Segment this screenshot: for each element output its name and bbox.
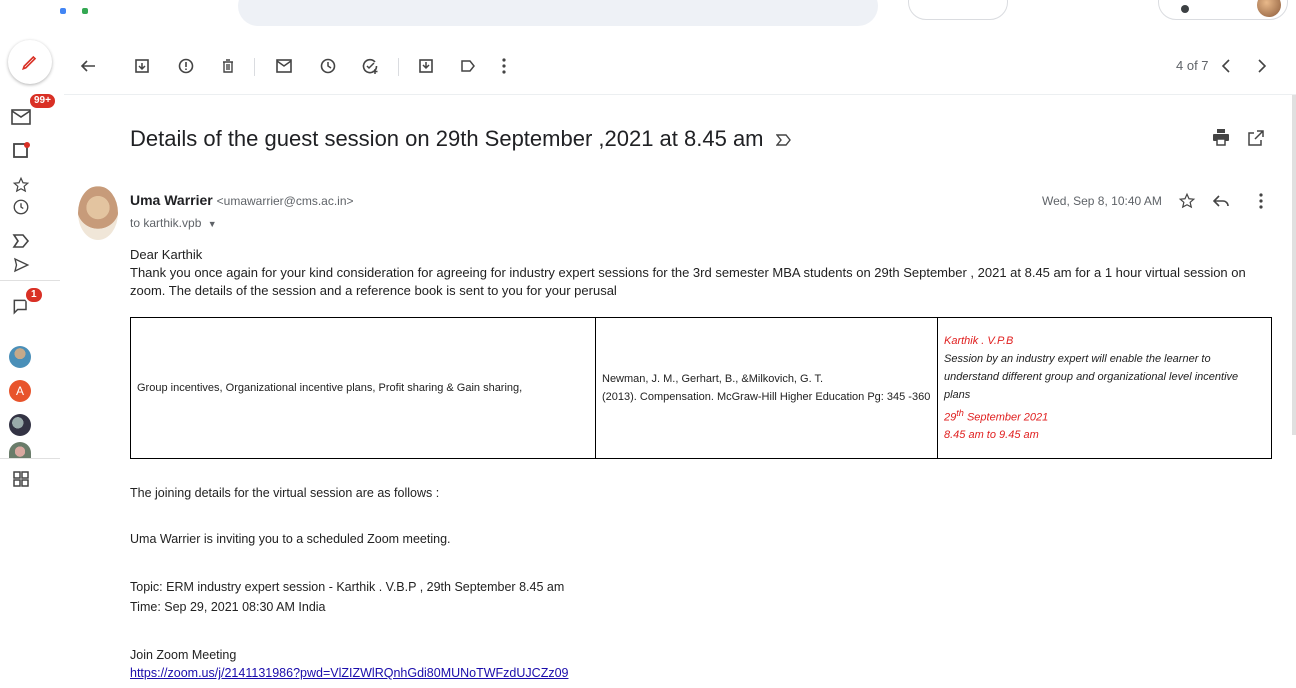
star-message-icon[interactable] [1176, 190, 1198, 212]
print-icon[interactable] [1212, 128, 1230, 146]
pencil-icon [22, 55, 37, 70]
message-body: Dear Karthik Thank you once again for yo… [130, 246, 1280, 300]
joining-text: The joining details for the virtual sess… [130, 486, 440, 500]
reply-icon[interactable] [1210, 190, 1232, 212]
recipient-line[interactable]: to karthik.vpb ▼ [130, 216, 217, 230]
important-label-icon[interactable] [10, 230, 32, 252]
session-time: 8.45 am to 9.45 am [944, 429, 1039, 442]
archive-icon[interactable] [130, 54, 154, 78]
apps-grid-icon[interactable] [10, 468, 32, 490]
more-vert-icon[interactable] [492, 54, 516, 78]
session-details-table: Group incentives, Organizational incenti… [130, 317, 1272, 459]
table-row: Group incentives, Organizational incenti… [130, 317, 1272, 459]
zoom-link[interactable]: https://zoom.us/j/2141131986?pwd=VlZIZWl… [130, 666, 568, 680]
recipient-text: to karthik.vpb [130, 216, 202, 230]
rail-divider [0, 280, 60, 281]
sender-name[interactable]: Uma Warrier [130, 192, 213, 208]
sender-line: Uma Warrier <umawarrier@cms.ac.in> [130, 192, 354, 208]
chat-badge: 1 [24, 286, 44, 304]
star-icon[interactable] [10, 174, 32, 196]
toolbar-divider-line [64, 94, 1296, 95]
dropdown-caret-icon[interactable]: ▼ [208, 219, 217, 229]
contact-avatar[interactable] [9, 414, 31, 436]
label-icon[interactable] [456, 54, 480, 78]
top-header [0, 0, 1296, 28]
sent-icon[interactable] [10, 254, 32, 276]
scrollbar[interactable] [1292, 95, 1296, 435]
older-chevron-right-icon[interactable] [1250, 54, 1274, 78]
newer-chevron-left-icon[interactable] [1214, 54, 1238, 78]
message-toolbar: 4 of 7 [64, 44, 1296, 90]
date-day: 29 [944, 411, 957, 424]
app-launcher-dot [82, 8, 88, 14]
report-spam-icon[interactable] [174, 54, 198, 78]
sender-email: <umawarrier@cms.ac.in> [216, 194, 354, 208]
time-line: Time: Sep 29, 2021 08:30 AM India [130, 600, 326, 614]
date-rest: September 2021 [963, 411, 1049, 424]
date-suffix: th [956, 407, 964, 418]
chat-square-icon[interactable] [10, 140, 32, 162]
toolbar-divider [398, 58, 399, 76]
pagination-count: 4 of 7 [1176, 58, 1209, 73]
greeting: Dear Karthik [130, 247, 203, 262]
search-bar[interactable] [238, 0, 878, 26]
topic-line: Topic: ERM industry expert session - Kar… [130, 580, 565, 594]
contact-avatar[interactable] [9, 346, 31, 368]
intro-paragraph: Thank you once again for your kind consi… [130, 265, 1246, 298]
topic-cell: Group incentives, Organizational incenti… [130, 317, 596, 459]
join-label: Join Zoom Meeting [130, 648, 237, 662]
clock-icon[interactable] [10, 196, 32, 218]
inbox-badge: 99+ [28, 92, 57, 110]
rail-divider [0, 458, 60, 459]
open-new-window-icon[interactable] [1248, 130, 1265, 146]
subject-actions [1212, 128, 1265, 151]
important-marker-icon[interactable] [775, 134, 792, 146]
back-arrow-icon[interactable] [76, 54, 100, 78]
reference-line: (2013). Compensation. McGraw-Hill Higher… [602, 391, 931, 403]
contact-avatar[interactable] [9, 442, 31, 458]
message-more-icon[interactable] [1250, 190, 1272, 212]
subject-text: Details of the guest session on 29th Sep… [130, 126, 764, 151]
delete-trash-icon[interactable] [216, 54, 240, 78]
status-dot-icon [1181, 5, 1189, 13]
speaker-name: Karthik . V.P.B [944, 334, 1014, 347]
reference-cell: Newman, J. M., Gerhart, B., &Milkovich, … [595, 317, 938, 459]
move-to-icon[interactable] [414, 54, 438, 78]
status-button[interactable] [908, 0, 1008, 20]
snooze-clock-icon[interactable] [316, 54, 340, 78]
mark-unread-icon[interactable] [272, 54, 296, 78]
inbox-mail-icon[interactable] [10, 106, 32, 128]
add-task-icon[interactable] [358, 54, 382, 78]
message-date: Wed, Sep 8, 10:40 AM [1042, 194, 1162, 208]
account-chip[interactable] [1158, 0, 1288, 20]
reference-line: Newman, J. M., Gerhart, B., &Milkovich, … [602, 373, 824, 385]
left-rail: 99+ 1 A [0, 28, 64, 688]
session-date: 29th September 2021 [944, 404, 1265, 427]
session-description: Session by an industry expert will enabl… [944, 352, 1239, 401]
sender-avatar[interactable] [78, 186, 118, 240]
inviting-text: Uma Warrier is inviting you to a schedul… [130, 532, 451, 546]
app-launcher-dot [60, 8, 66, 14]
toolbar-divider [254, 58, 255, 76]
speaker-cell: Karthik . V.P.B Session by an industry e… [937, 317, 1272, 459]
compose-button[interactable] [8, 40, 52, 84]
avatar[interactable] [1257, 0, 1281, 17]
email-subject: Details of the guest session on 29th Sep… [130, 126, 792, 152]
contact-avatar[interactable]: A [9, 380, 31, 402]
